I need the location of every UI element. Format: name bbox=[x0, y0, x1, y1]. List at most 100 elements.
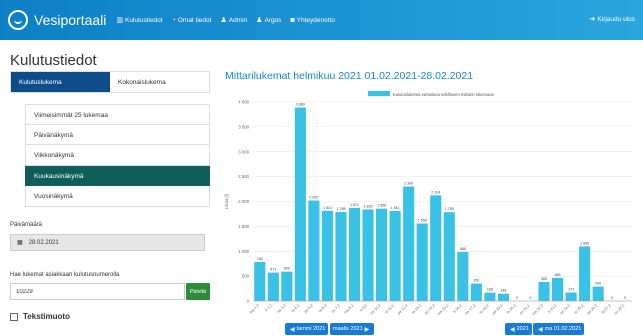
date-field[interactable]: ▦ 28.02.2021 bbox=[10, 234, 205, 251]
x-tick-label: ti 23.2. bbox=[547, 303, 558, 314]
bar bbox=[321, 210, 333, 301]
data-label: 2 020 bbox=[309, 196, 318, 200]
x-tick-label: la 27.2. bbox=[601, 303, 613, 315]
legend-label: Kulutuslukema vertailuna edelliseen mitt… bbox=[393, 92, 495, 97]
next-month-label: maalis 2021 bbox=[333, 326, 363, 332]
x-tick-label: pe 26.2. bbox=[586, 303, 599, 316]
data-label: 1 814 bbox=[323, 206, 332, 210]
brand[interactable]: Vesiportaali bbox=[8, 10, 106, 30]
search-label: Hae lukemat asiakkaan kulutusnumerolla bbox=[10, 272, 120, 278]
bar bbox=[294, 107, 306, 301]
bar bbox=[308, 200, 320, 301]
x-tick-label: su 7.2. bbox=[331, 303, 342, 314]
view-item-week[interactable]: Viikkonäkymä bbox=[25, 145, 210, 166]
x-tick-label: ke 24.2. bbox=[559, 303, 571, 315]
x-tick-label: pe 19.2. bbox=[492, 303, 505, 316]
x-tick-label: su 21.2. bbox=[519, 303, 531, 315]
chevron-left-circle-icon: ◀ bbox=[290, 326, 295, 333]
data-label: 1 839 bbox=[364, 205, 373, 209]
data-label: 1 871 bbox=[350, 203, 359, 207]
x-tick-label: la 20.2. bbox=[506, 303, 518, 315]
bar bbox=[416, 223, 428, 301]
update-button[interactable]: Päivitä bbox=[186, 283, 210, 300]
x-tick-label: ma 22.2. bbox=[531, 303, 544, 316]
x-tick-label: pe 5.2. bbox=[304, 303, 315, 314]
text-mode-toggle[interactable]: Tekstimuoto bbox=[10, 312, 70, 321]
nav-label: Kulutustiedot bbox=[125, 16, 163, 24]
view-item-day[interactable]: Päivänäkymä bbox=[25, 124, 210, 146]
x-tick-label: ti 2.2. bbox=[265, 303, 274, 312]
x-tick-label: to 11.2. bbox=[384, 303, 396, 315]
nav-admin[interactable]: ♟ Admin bbox=[220, 16, 247, 25]
x-tick-label: ke 3.2. bbox=[277, 303, 288, 314]
x-tick-label: ti 9.2. bbox=[359, 303, 368, 312]
data-label: 0 bbox=[529, 296, 531, 300]
year-button[interactable]: ◀ 2021 bbox=[505, 323, 532, 335]
bar bbox=[497, 293, 509, 301]
chart-title: Mittarilukemat helmikuu 2021 01.02.2021-… bbox=[225, 70, 474, 82]
data-label: 1 558 bbox=[418, 218, 427, 222]
data-label: 465 bbox=[555, 273, 561, 277]
bar bbox=[348, 207, 361, 301]
bar bbox=[443, 212, 455, 301]
page-title: Kulutustiedot bbox=[10, 52, 97, 69]
view-item-latest[interactable]: Viimeisimmät 25 lukemaa bbox=[25, 104, 210, 125]
data-label: 1 785 bbox=[445, 207, 454, 211]
x-tick-label: to 25.2. bbox=[574, 303, 586, 315]
y-tick-label: 3 500 bbox=[238, 124, 249, 129]
data-label: 383 bbox=[541, 277, 547, 281]
chevron-right-circle-icon: ▶ bbox=[364, 326, 370, 333]
next-month-button[interactable]: maalis 2021 ▶ bbox=[330, 323, 375, 335]
nav-omat-tiedot[interactable]: ◔ Omat tiedot bbox=[172, 16, 212, 24]
y-tick-label: 1 000 bbox=[238, 249, 249, 254]
bar-chart-icon: ▥ bbox=[116, 17, 124, 24]
logout-link[interactable]: ➜ Kirjaudu ulos bbox=[589, 15, 635, 24]
x-tick-label: ke 17.2. bbox=[465, 303, 477, 315]
customer-number-input[interactable] bbox=[10, 283, 185, 300]
bar bbox=[457, 251, 469, 301]
app-title: Vesiportaali bbox=[34, 12, 107, 28]
data-label: 3 889 bbox=[296, 103, 305, 107]
contact-icon: ◙ bbox=[290, 16, 295, 24]
users-icon: ♟ bbox=[220, 17, 227, 24]
nav-yhteydenotto[interactable]: ◙ Yhteydenotto bbox=[290, 16, 335, 24]
x-tick-label: ma 8.2. bbox=[343, 303, 355, 315]
data-label: 571 bbox=[270, 268, 276, 272]
data-label: 146 bbox=[500, 289, 506, 293]
bar bbox=[579, 246, 591, 301]
x-tick-label: la 6.2. bbox=[318, 303, 328, 313]
nav-kulutustiedot[interactable]: ▥ Kulutustiedot bbox=[116, 16, 163, 25]
text-mode-checkbox[interactable] bbox=[10, 312, 18, 321]
data-label: 0 bbox=[516, 296, 518, 300]
y-tick-label: 2 000 bbox=[238, 199, 249, 204]
bar bbox=[484, 292, 496, 301]
data-label: 2 300 bbox=[404, 182, 413, 186]
date-button[interactable]: ◀ ma 01.02.2021 bbox=[533, 323, 585, 335]
nav-argos[interactable]: ♟ Argos bbox=[256, 16, 281, 25]
x-tick-label: ma 1.2. bbox=[249, 303, 261, 315]
bar bbox=[389, 210, 401, 301]
users-icon: ♟ bbox=[256, 17, 263, 24]
tab-kulutuslukema[interactable]: Kulutuslukema bbox=[11, 72, 110, 92]
data-label: 985 bbox=[460, 247, 466, 251]
view-item-month[interactable]: Kuukausinäkymä bbox=[25, 165, 210, 187]
y-axis-label: Litraa (l) bbox=[224, 193, 229, 209]
data-label: 1 811 bbox=[391, 206, 400, 210]
x-tick-label: ke 10.2. bbox=[370, 303, 382, 315]
tab-kokonaislukema[interactable]: Kokonaislukema bbox=[110, 72, 209, 92]
data-label: 350 bbox=[473, 279, 479, 283]
view-item-year[interactable]: Vuosinäkymä bbox=[25, 186, 210, 207]
calendar-icon: ▦ bbox=[17, 240, 23, 246]
legend-swatch bbox=[368, 91, 390, 96]
consumption-chart: Kulutuslukema vertailuna edelliseen mitt… bbox=[224, 91, 632, 316]
bar bbox=[552, 277, 564, 301]
prev-month-button[interactable]: ◀ tammi 2021 bbox=[285, 323, 329, 335]
data-label: 290 bbox=[595, 282, 601, 286]
bar bbox=[254, 261, 266, 301]
x-tick-label: pe 12.2. bbox=[397, 303, 410, 316]
data-label: 1 788 bbox=[336, 207, 345, 211]
date-label: Päivämäärä bbox=[10, 222, 43, 228]
sign-out-icon: ➜ bbox=[589, 16, 596, 23]
data-label: 0 bbox=[611, 296, 613, 300]
data-label: 784 bbox=[257, 257, 263, 261]
